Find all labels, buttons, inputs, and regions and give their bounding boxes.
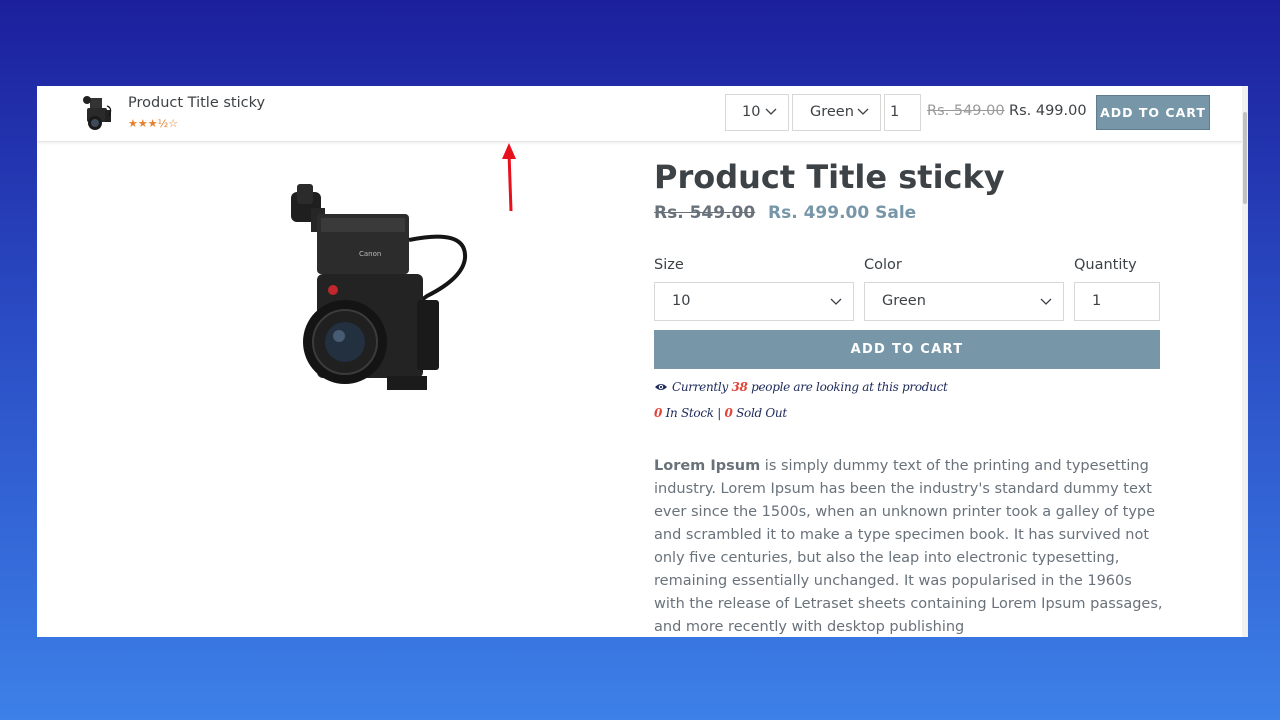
sticky-compare-price: Rs. 549.00 [927, 103, 1005, 119]
quantity-input[interactable]: 1 [1074, 282, 1160, 321]
in-stock-count: 0 [654, 406, 663, 420]
sticky-quantity-input[interactable]: 1 [884, 94, 921, 131]
chevron-down-icon [857, 108, 869, 115]
stock-separator: | [717, 406, 721, 420]
chevron-down-icon [765, 108, 777, 115]
sticky-add-to-cart-button[interactable]: ADD TO CART [1096, 95, 1210, 130]
sticky-quantity-value: 1 [890, 104, 900, 120]
watching-suffix: people are looking at this product [751, 380, 948, 394]
watching-prefix: Currently [672, 380, 728, 394]
sale-price: Rs. 499.00 Sale [768, 203, 917, 223]
product-title: Product Title sticky [654, 158, 1005, 196]
product-description: Lorem Ipsum is simply dummy text of the … [654, 455, 1164, 637]
sticky-price: Rs. 499.00 [1009, 103, 1087, 119]
sticky-size-select[interactable]: 10 [725, 94, 789, 131]
sold-out-label: Sold Out [736, 406, 787, 420]
color-value: Green [882, 293, 926, 309]
sticky-color-value: Green [810, 104, 854, 120]
page-scrollbar[interactable] [1242, 86, 1248, 637]
live-viewers-notice: Currently 38 people are looking at this … [654, 380, 948, 394]
stock-status: 0 In Stock | 0 Sold Out [654, 406, 787, 420]
in-stock-label: In Stock [665, 406, 714, 420]
quantity-value: 1 [1092, 293, 1102, 309]
size-value: 10 [672, 293, 691, 309]
size-select[interactable]: 10 [654, 282, 854, 321]
chevron-down-icon [830, 298, 842, 305]
sticky-add-to-cart-bar: Product Title sticky ★★★½☆ 10 Green 1 Rs… [37, 86, 1242, 142]
scrollbar-thumb[interactable] [1243, 112, 1247, 204]
size-label: Size [654, 257, 684, 273]
sold-out-count: 0 [724, 406, 733, 420]
chevron-down-icon [1040, 298, 1052, 305]
svg-text:Canon: Canon [359, 250, 381, 258]
color-select[interactable]: Green [864, 282, 1064, 321]
product-thumbnail[interactable] [81, 94, 115, 132]
add-to-cart-button[interactable]: ADD TO CART [654, 330, 1160, 369]
sticky-size-value: 10 [742, 104, 761, 120]
watching-count: 38 [731, 380, 748, 394]
browser-page: Product Title sticky ★★★½☆ 10 Green 1 Rs… [37, 86, 1248, 637]
sticky-color-select[interactable]: Green [792, 94, 881, 131]
rating-stars: ★★★½☆ [128, 117, 179, 130]
sticky-product-title: Product Title sticky [128, 95, 266, 111]
eye-icon [655, 384, 667, 390]
description-text: is simply dummy text of the printing and… [654, 458, 1163, 635]
product-image-camera[interactable]: Canon [277, 178, 477, 402]
quantity-label: Quantity [1074, 257, 1137, 273]
annotation-arrow-icon [502, 143, 516, 212]
description-bold: Lorem Ipsum [654, 458, 761, 474]
color-label: Color [864, 257, 902, 273]
compare-price: Rs. 549.00 [654, 203, 756, 223]
